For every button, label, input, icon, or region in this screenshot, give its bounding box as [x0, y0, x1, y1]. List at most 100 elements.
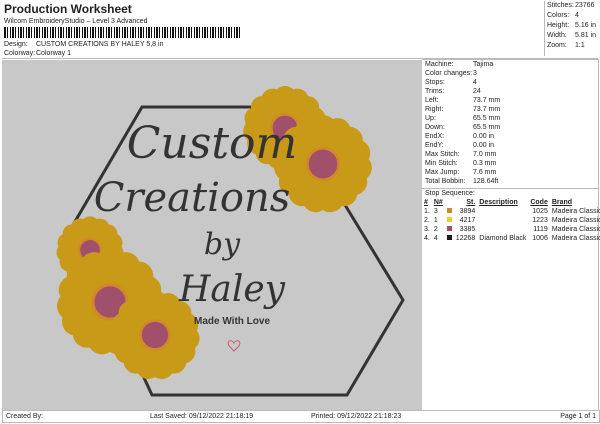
software-name: Wilcom EmbroideryStudio – Level 3 Advanc…: [4, 18, 148, 25]
detail-row: Max Stitch: 7.0 mm: [422, 150, 598, 159]
stop-index: 2.: [424, 217, 430, 224]
design-name: CUSTOM CREATIONS BY HALEY 5,8 in: [36, 41, 164, 48]
detail-label: Color changes:: [425, 70, 473, 77]
stop-sequence-title: Stop Sequence:: [422, 188, 598, 198]
stop-index: 4.: [424, 235, 430, 242]
detail-label: Min Stitch:: [425, 160, 458, 167]
detail-label: Stops:: [425, 79, 445, 86]
page-number: Page 1 of 1: [560, 413, 596, 420]
detail-row: EndX: 0.00 in: [422, 132, 598, 141]
thread-code: 1223: [532, 217, 548, 224]
detail-row: Up: 65.5 mm: [422, 114, 598, 123]
description: [477, 216, 528, 225]
col-header: N#: [433, 199, 443, 206]
thread-brand: Madeira Classic 40: [551, 217, 600, 224]
footer: Created By: Last Saved: 09/12/2022 21:18…: [2, 410, 600, 423]
thread-code: 1119: [533, 226, 548, 233]
detail-value: 4: [473, 79, 477, 86]
stitch-count: 4217: [459, 217, 476, 224]
heart-icon: [227, 340, 241, 352]
stat-label: Stitches:: [547, 2, 574, 9]
detail-label: Machine:: [425, 61, 454, 68]
color-swatch: [446, 235, 452, 240]
needle-number: 1: [433, 217, 438, 224]
stitch-count: 3385: [459, 226, 476, 233]
stat-value: 5.16 in: [575, 22, 597, 29]
stop-row: 4. 4 12268 Diamond Black 1006 Madeira Classic…: [422, 234, 600, 243]
color-swatch: [446, 217, 452, 222]
stop-row: 3.2 3385 1119Madeira Classic 40: [422, 225, 600, 234]
stop-index: 3.: [424, 226, 430, 233]
detail-value: 73.7 mm: [473, 97, 501, 104]
stat-row: Zoom: 1:1: [545, 41, 599, 51]
stop-sequence-table: # N# St. Description Code Brand 1. 3 3894 1025 Ma…: [422, 198, 600, 243]
thread-brand: Madeira Classic 40: [551, 235, 600, 242]
detail-label: Max Jump:: [425, 169, 460, 176]
stat-row: Height: 5.16 in: [545, 21, 599, 31]
detail-row: Down: 65.5 mm: [422, 123, 598, 132]
detail-row: Max Jump: 7.6 mm: [422, 168, 598, 177]
stitch-count: 12268: [455, 235, 476, 242]
detail-label: Down:: [425, 124, 445, 131]
printed-date: Printed: 09/12/2022 21:18:23: [311, 413, 402, 420]
needle-number: 4: [433, 235, 438, 242]
description: Diamond Black: [479, 235, 527, 242]
stats-box: Stitches: 23766 Colors: 4 Height: 5.16 in W…: [544, 1, 599, 56]
detail-label: EndX:: [425, 133, 445, 140]
colorway-label: Colorway:: [4, 50, 36, 57]
design-text-line4: Haley: [178, 269, 285, 310]
stop-row: 1.3 3894 1025Madeira Classic 40: [422, 207, 600, 216]
stop-row: 2.1 4217 1223Madeira Classic 40: [422, 216, 600, 225]
needle-number: 3: [433, 208, 438, 215]
detail-row: Total Bobbin: 128.64ft: [422, 177, 598, 186]
thread-code: 1025: [532, 208, 548, 215]
detail-value: 7.0 mm: [473, 151, 497, 158]
stat-value: 4: [575, 12, 579, 19]
color-swatch: [446, 226, 452, 231]
detail-value: 0.00 in: [473, 133, 495, 140]
barcode: [4, 27, 242, 38]
detail-value: 24: [473, 88, 481, 95]
design-text-line1: Custom: [126, 118, 298, 169]
design-text-line2: Creations: [93, 175, 291, 221]
page-title: Production Worksheet: [4, 2, 132, 16]
stat-label: Zoom:: [547, 42, 567, 49]
thread-brand: Madeira Classic 40: [551, 208, 600, 215]
needle-number: 2: [433, 226, 438, 233]
detail-value: 0.3 mm: [473, 160, 497, 167]
col-header: Description: [479, 199, 518, 206]
color-swatch: [446, 208, 452, 213]
col-header: #: [424, 199, 428, 206]
stat-row: Width: 5.81 in: [545, 31, 599, 41]
stat-value: 5.81 in: [575, 32, 597, 39]
stat-label: Height:: [547, 22, 570, 29]
detail-value: 65.5 mm: [473, 124, 501, 131]
detail-value: 73.7 mm: [473, 106, 501, 113]
detail-row: Min Stitch: 0.3 mm: [422, 159, 598, 168]
detail-value: 7.6 mm: [473, 169, 497, 176]
stat-row: Colors: 4: [545, 11, 599, 21]
detail-label: Right:: [425, 106, 444, 113]
detail-row: Machine: Tajima: [422, 60, 598, 69]
design-label: Design:: [4, 41, 28, 48]
stop-index: 1.: [424, 208, 430, 215]
description: [477, 225, 528, 234]
col-header: Code: [530, 199, 548, 206]
design-tagline: Made With Love: [193, 316, 271, 327]
col-header: St.: [466, 199, 476, 206]
detail-value: Tajima: [473, 61, 494, 68]
colorway-name: Colorway 1: [36, 50, 72, 57]
detail-label: EndY:: [425, 142, 444, 149]
detail-label: Left:: [425, 97, 439, 104]
detail-label: Up:: [425, 115, 436, 122]
details-panel: Machine: Tajima Color changes: 3 Stops: 4 Trim…: [422, 59, 600, 411]
stat-label: Colors:: [547, 12, 570, 19]
description: [477, 207, 528, 216]
detail-value: 128.64ft: [473, 178, 499, 185]
stat-row: Stitches: 23766: [545, 1, 599, 11]
detail-value: 0.00 in: [473, 142, 495, 149]
last-saved: Last Saved: 09/12/2022 21:18:19: [150, 413, 254, 420]
detail-value: 3: [473, 70, 477, 77]
design-preview: Custom Creations by Haley Made With Love: [2, 60, 422, 410]
stitch-count: 3894: [459, 208, 476, 215]
